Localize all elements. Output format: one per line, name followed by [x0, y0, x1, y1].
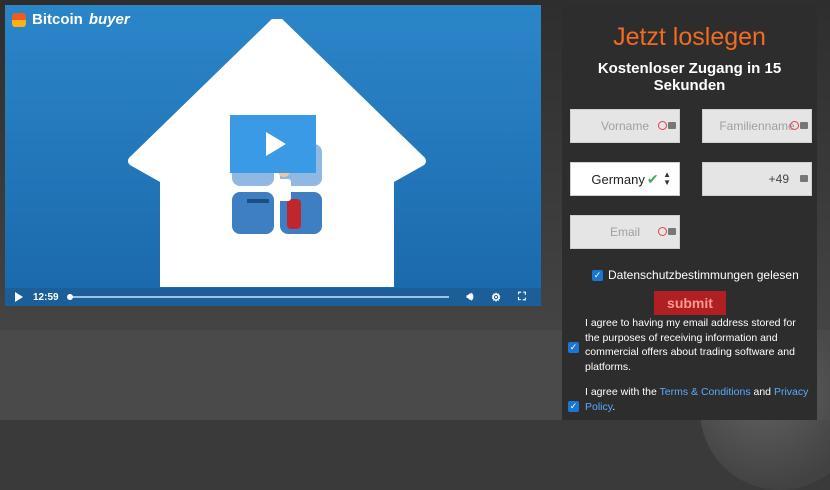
password-manager-icon [800, 174, 808, 182]
email-field[interactable] [570, 215, 680, 249]
privacy-checkbox[interactable]: ✓ [592, 269, 603, 281]
phone-prefix: +49 [768, 172, 789, 186]
password-manager-icon [658, 227, 676, 236]
country-value: Germany [591, 171, 645, 187]
form-title: Jetzt loslegen [613, 23, 766, 51]
submit-button[interactable]: submit [654, 291, 726, 315]
settings-button[interactable]: ⚙ [483, 291, 509, 304]
agree-terms-suffix: . [612, 400, 616, 413]
agree-storage-text: I agree to having my email address store… [585, 317, 796, 373]
play-icon [266, 132, 286, 156]
agree-terms-prefix: I agree with the [585, 386, 660, 398]
brand-name: Bitcoin [32, 11, 83, 28]
form-subtitle: Kostenloser Zugang in 15 Sekunden [597, 60, 782, 94]
select-arrows-icon: ▲ ▼ [663, 170, 671, 187]
signup-panel: Jetzt loslegen Kostenloser Zugang in 15 … [562, 5, 817, 420]
check-icon: ✔ [646, 170, 659, 187]
play-small-icon [15, 292, 23, 302]
privacy-label: Datenschutzbestimmungen gelesen [608, 268, 799, 282]
brand-icon [12, 12, 26, 27]
gear-icon: ⚙ [491, 291, 501, 304]
agree-terms-checkbox[interactable]: ✓ [568, 401, 579, 412]
phone-field[interactable]: +49 [702, 162, 812, 196]
agree-terms-row[interactable]: ✓ I agree with the Terms & Conditions an… [568, 385, 813, 414]
first-name-field[interactable] [570, 109, 680, 143]
progress-bar[interactable] [67, 294, 449, 300]
control-play-button[interactable] [5, 292, 33, 302]
progress-knob[interactable] [67, 294, 73, 300]
volume-button[interactable]: 🔊︎ [457, 291, 483, 304]
last-name-field[interactable] [702, 109, 812, 143]
fullscreen-button[interactable]: ⛶ [509, 291, 535, 304]
video-player[interactable]: Bitcoin buyer 12:59 🔊︎ ⚙ ⛶ [5, 5, 541, 306]
brand-suffix: buyer [88, 11, 130, 28]
password-manager-icon [658, 121, 676, 130]
fullscreen-icon: ⛶ [518, 290, 526, 303]
country-select[interactable]: Germany ✔ ▲ ▼ [570, 162, 680, 196]
agree-terms-text: I agree with the Terms & Conditions and … [585, 385, 813, 414]
brand-logo: Bitcoin buyer [12, 11, 130, 28]
video-stage[interactable]: Bitcoin buyer [5, 5, 541, 288]
video-time: 12:59 [33, 291, 59, 303]
agree-storage-row[interactable]: ✓ I agree to having my email address sto… [568, 316, 813, 374]
privacy-checkbox-row[interactable]: ✓ Datenschutzbestimmungen gelesen [592, 268, 799, 282]
agree-storage-checkbox[interactable]: ✓ [568, 342, 579, 353]
password-manager-icon [790, 121, 808, 130]
agree-terms-and: and [750, 386, 774, 398]
volume-icon: 🔊︎ [466, 290, 474, 303]
terms-link[interactable]: Terms & Conditions [660, 386, 751, 398]
video-controls: 12:59 🔊︎ ⚙ ⛶ [5, 288, 541, 306]
play-button[interactable] [230, 115, 316, 173]
